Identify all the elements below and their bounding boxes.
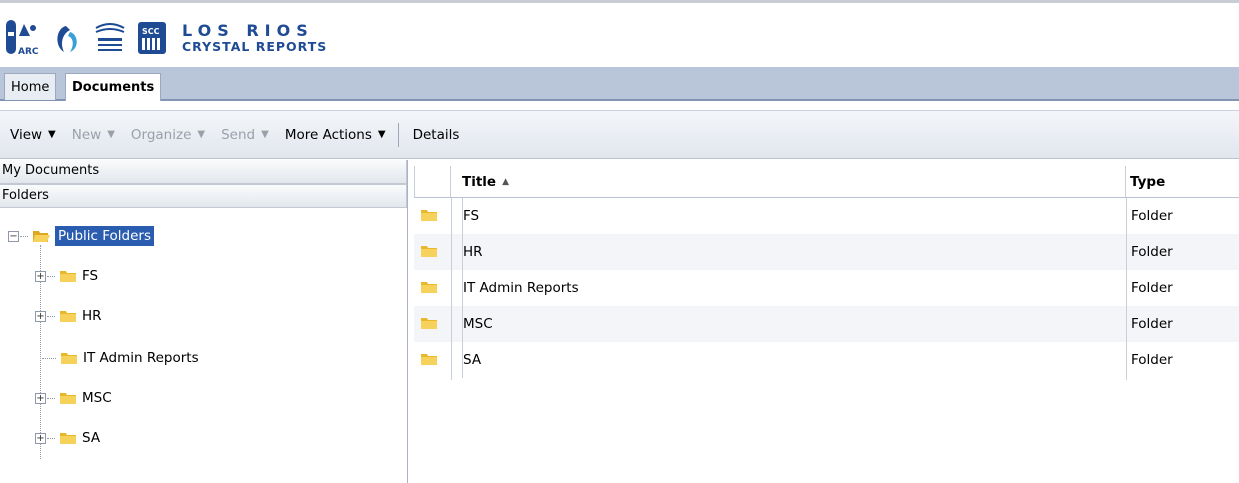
folders-header[interactable]: Folders — [0, 184, 407, 208]
folder-icon — [60, 393, 76, 404]
folder-icon — [60, 271, 76, 282]
brand-line1: LOS RIOS — [182, 20, 314, 40]
tree-node-label: SA — [82, 430, 101, 446]
title-column-label: Title — [462, 173, 497, 190]
document-list: Title ▲ Type FS Folder HR Folder IT Admi… — [414, 160, 1239, 483]
new-label: New — [71, 126, 102, 143]
expand-icon[interactable]: + — [35, 432, 46, 444]
more-actions-label: More Actions — [284, 126, 372, 143]
folder-icon — [61, 353, 77, 364]
tree-node-label: FS — [82, 268, 99, 284]
scc-logo-icon: SCC — [136, 18, 168, 58]
chevron-down-icon: ▼ — [377, 129, 386, 140]
expand-icon[interactable]: + — [35, 392, 46, 404]
tree-connector — [47, 315, 55, 317]
details-label: Details — [412, 126, 460, 143]
tree-connector — [47, 397, 55, 399]
tab-documents[interactable]: Documents — [65, 73, 162, 101]
row-type: Folder — [1131, 352, 1173, 368]
expand-icon[interactable]: + — [35, 310, 46, 322]
folder-icon — [421, 318, 437, 329]
row-title[interactable]: SA — [462, 342, 481, 378]
organize-menu-button[interactable]: Organize ▼ — [131, 127, 205, 143]
new-menu-button[interactable]: New ▼ — [72, 127, 115, 143]
row-title[interactable]: MSC — [462, 306, 493, 342]
list-row[interactable]: MSC Folder — [414, 306, 1239, 342]
row-type: Folder — [1131, 280, 1173, 296]
tree-node-hr[interactable]: + HR — [35, 304, 102, 328]
send-menu-button[interactable]: Send ▼ — [221, 127, 269, 143]
folder-icon — [421, 282, 437, 293]
tree-node-it-admin-reports[interactable]: IT Admin Reports — [41, 346, 199, 370]
list-row[interactable]: FS Folder — [414, 198, 1239, 234]
tree-node-label: Public Folders — [55, 226, 154, 246]
row-title[interactable]: IT Admin Reports — [462, 270, 579, 306]
chevron-down-icon: ▼ — [261, 129, 269, 140]
more-actions-menu-button[interactable]: More Actions ▼ — [285, 127, 386, 143]
icon-column-header — [414, 166, 451, 198]
list-row[interactable]: SA Folder — [414, 342, 1239, 378]
navigation-panel: My Documents Folders − Public Folders + … — [0, 160, 408, 483]
toolbar: View ▼ New ▼ Organize ▼ Send ▼ More Acti… — [0, 110, 1239, 159]
tree-node-msc[interactable]: + MSC — [35, 386, 112, 410]
view-label: View — [10, 126, 43, 143]
app-header: ARC SCC LOS RIOS CRYSTAL REPORTS — [0, 0, 1239, 67]
type-column-label: Type — [1130, 173, 1166, 190]
send-label: Send — [221, 126, 256, 143]
chevron-down-icon: ▼ — [197, 129, 206, 140]
tree-connector — [47, 437, 55, 439]
flc-logo-icon — [92, 18, 128, 58]
title-column-header[interactable]: Title ▲ — [451, 166, 1126, 198]
folder-icon — [60, 311, 76, 322]
row-title[interactable]: HR — [462, 234, 483, 270]
row-type: Folder — [1131, 208, 1173, 224]
tree-connector — [20, 235, 28, 237]
tree-node-label: IT Admin Reports — [83, 350, 199, 366]
tree-node-label: MSC — [82, 390, 112, 406]
svg-text:SCC: SCC — [142, 27, 160, 36]
folder-icon — [60, 433, 76, 444]
open-folder-icon — [33, 231, 50, 242]
view-menu-button[interactable]: View ▼ — [10, 127, 56, 143]
row-title[interactable]: FS — [462, 198, 479, 234]
folder-icon — [421, 354, 437, 365]
tab-bar: Home Documents — [0, 67, 1239, 101]
brand-line2: CRYSTAL REPORTS — [182, 39, 328, 54]
logo-strip: ARC SCC LOS RIOS CRYSTAL REPORTS — [4, 13, 327, 63]
list-row[interactable]: IT Admin Reports Folder — [414, 270, 1239, 306]
folder-icon — [421, 246, 437, 257]
tree-node-label: HR — [82, 308, 102, 324]
toolbar-divider — [397, 122, 399, 147]
folder-icon — [421, 210, 437, 221]
expand-icon[interactable]: + — [35, 270, 46, 282]
tree-node-sa[interactable]: + SA — [35, 426, 100, 450]
tab-home[interactable]: Home — [4, 73, 57, 100]
list-row[interactable]: HR Folder — [414, 234, 1239, 270]
row-type: Folder — [1131, 316, 1173, 332]
tree-connector — [42, 357, 56, 359]
tree-connector — [47, 275, 55, 277]
details-button[interactable]: Details — [413, 127, 460, 143]
collapse-icon[interactable]: − — [8, 230, 19, 242]
tree-node-public-folders[interactable]: − Public Folders — [8, 224, 154, 248]
organize-label: Organize — [130, 126, 192, 143]
column-divider — [1126, 198, 1127, 380]
column-divider — [451, 198, 452, 380]
my-documents-header[interactable]: My Documents — [0, 160, 407, 184]
row-type: Folder — [1131, 244, 1173, 260]
sort-ascending-icon: ▲ — [502, 176, 509, 187]
chevron-down-icon: ▼ — [107, 129, 115, 140]
crc-logo-icon — [48, 18, 84, 58]
arc-logo-icon: ARC — [4, 18, 40, 58]
tree-node-fs[interactable]: + FS — [35, 264, 98, 288]
brand-title: LOS RIOS CRYSTAL REPORTS — [182, 20, 328, 55]
type-column-header[interactable]: Type — [1126, 166, 1239, 198]
svg-text:ARC: ARC — [18, 47, 39, 57]
chevron-down-icon: ▼ — [48, 129, 56, 140]
